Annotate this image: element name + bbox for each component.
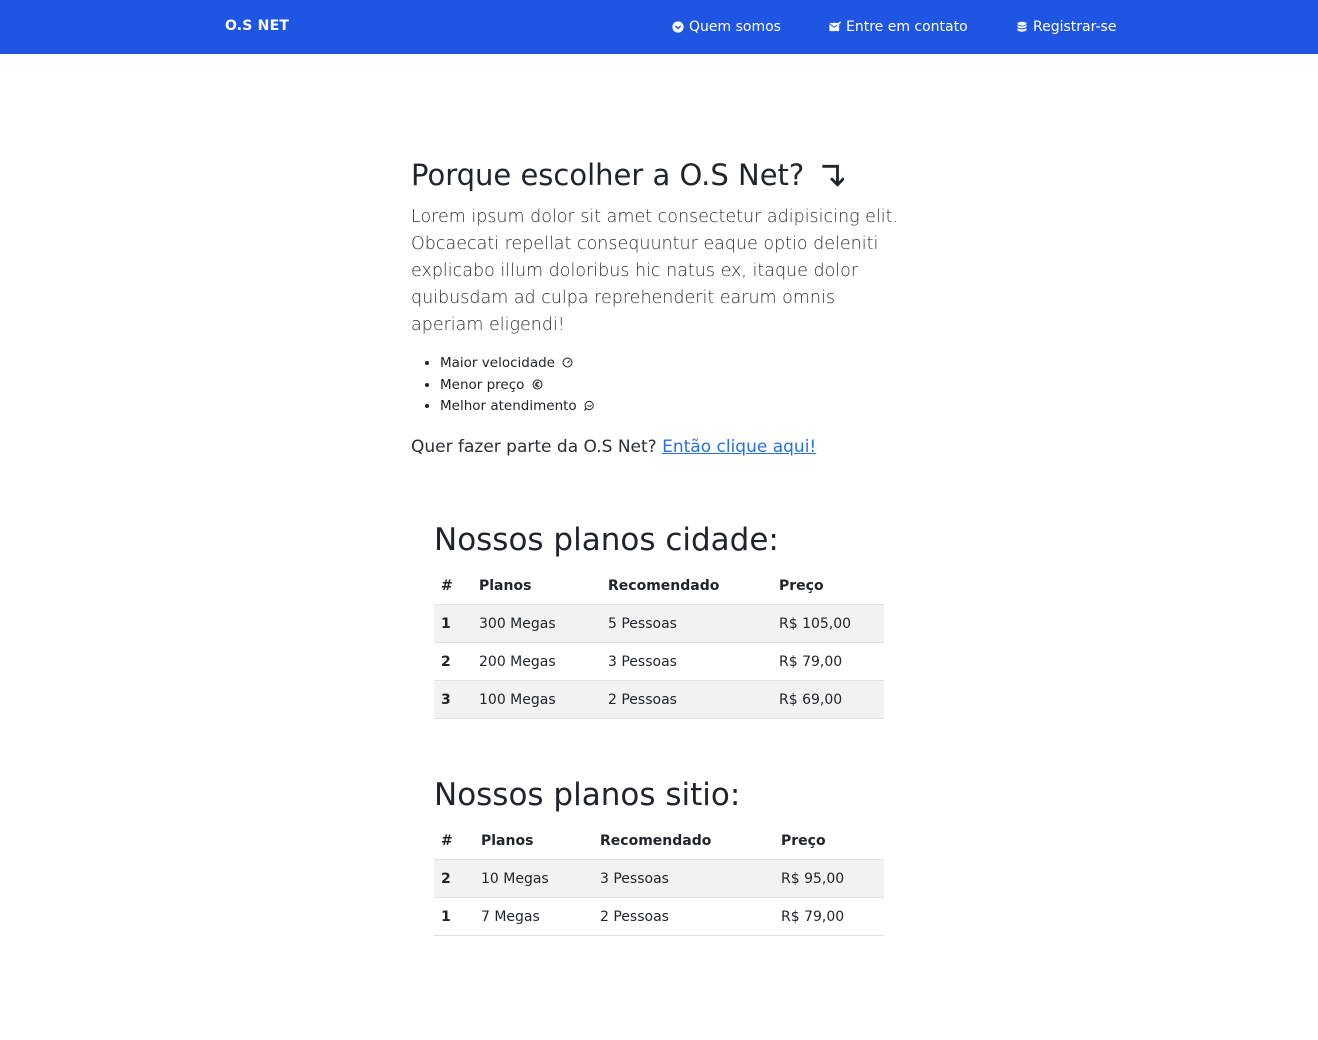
table-cell: 200 Megas xyxy=(472,642,601,681)
table-cell: 3 Pessoas xyxy=(593,859,774,898)
column-header: Planos xyxy=(474,823,593,860)
table-cell: 2 Pessoas xyxy=(601,680,772,719)
table-cell: 300 Megas xyxy=(472,604,601,643)
column-header: # xyxy=(434,568,472,605)
table-row: 2 200 Megas 3 Pessoas R$ 79,00 xyxy=(434,642,884,681)
list-item: Menor preço xyxy=(440,375,921,397)
plans-sitio-table: # Planos Recomendado Preço 2 10 Megas 3 … xyxy=(434,823,884,936)
table-header-row: # Planos Recomendado Preço xyxy=(434,823,884,860)
column-header: # xyxy=(434,823,474,860)
table-cell: R$ 79,00 xyxy=(774,897,884,936)
intro-title: Porque escolher a O.S Net? xyxy=(411,150,921,200)
cta-link[interactable]: Então clique aqui! xyxy=(662,437,816,457)
table-row: 3 100 Megas 2 Pessoas R$ 69,00 xyxy=(434,680,884,719)
table-cell: 100 Megas xyxy=(472,680,601,719)
table-header-row: # Planos Recomendado Preço xyxy=(434,568,884,605)
envelope-check-icon xyxy=(829,21,841,32)
table-row: 1 300 Megas 5 Pessoas R$ 105,00 xyxy=(434,604,884,643)
table-cell: R$ 105,00 xyxy=(772,604,884,643)
table-cell: 2 Pessoas xyxy=(593,897,774,936)
table-cell: 10 Megas xyxy=(474,859,593,898)
column-header: Planos xyxy=(472,568,601,605)
cta-paragraph: Quer fazer parte da O.S Net? Então cliqu… xyxy=(411,434,921,460)
list-item: Maior velocidade xyxy=(440,353,921,375)
column-header: Recomendado xyxy=(593,823,774,860)
nav-link-quem-somos[interactable]: Quem somos xyxy=(672,17,781,37)
plans-sitio-section: Nossos planos sitio: # Planos Recomendad… xyxy=(434,771,884,936)
column-header: Recomendado xyxy=(601,568,772,605)
column-header: Preço xyxy=(772,568,884,605)
column-header: Preço xyxy=(774,823,884,860)
nav-link-label: Registrar-se xyxy=(1033,19,1117,35)
cta-text: Quer fazer parte da O.S Net? xyxy=(411,436,657,457)
table-row: 2 10 Megas 3 Pessoas R$ 95,00 xyxy=(434,859,884,898)
chat-icon xyxy=(584,400,594,411)
table-cell: 7 Megas xyxy=(474,897,593,936)
table-cell: 2 xyxy=(434,642,472,681)
table-cell: R$ 95,00 xyxy=(774,859,884,898)
nav-link-label: Entre em contato xyxy=(846,19,968,35)
feature-label: Melhor atendimento xyxy=(440,398,577,414)
feature-label: Menor preço xyxy=(440,376,525,393)
intro-paragraph: Lorem ipsum dolor sit amet consectetur a… xyxy=(411,207,899,335)
intro-section: Porque escolher a O.S Net? Lorem ipsum d… xyxy=(411,150,921,460)
nav-link-registrar[interactable]: Registrar-se xyxy=(1016,17,1116,37)
brand-logo[interactable]: O.S NET xyxy=(225,18,289,34)
plans-cidade-section: Nossos planos cidade: # Planos Recomenda… xyxy=(434,516,884,719)
table-cell: 3 Pessoas xyxy=(601,642,772,681)
plans-cidade-table: # Planos Recomendado Preço 1 300 Megas 5… xyxy=(434,568,884,719)
features-list: Maior velocidade Menor preço Melhor aten… xyxy=(411,353,921,418)
feature-label: Maior velocidade xyxy=(440,355,555,371)
nav-link-label: Quem somos xyxy=(689,19,781,35)
table-cell: 5 Pessoas xyxy=(601,604,772,643)
table-cell: 1 xyxy=(434,897,474,936)
nav-link-contato[interactable]: Entre em contato xyxy=(829,17,968,37)
table-cell: 1 xyxy=(434,604,472,643)
table-row: 1 7 Megas 2 Pessoas R$ 79,00 xyxy=(434,897,884,936)
speedometer-icon xyxy=(562,357,573,368)
chevron-down-circle-icon xyxy=(672,21,684,33)
table-cell: 3 xyxy=(434,680,472,719)
list-item: Melhor atendimento xyxy=(440,396,921,418)
plans-sitio-title: Nossos planos sitio: xyxy=(434,777,741,813)
table-cell: R$ 69,00 xyxy=(772,680,884,719)
currency-icon xyxy=(532,379,543,389)
database-icon xyxy=(1017,21,1027,32)
table-cell: R$ 79,00 xyxy=(772,642,884,681)
arrow-down-right-icon xyxy=(822,164,845,187)
top-navbar: O.S NET Quem somos Entre em contato Regi… xyxy=(0,0,1318,54)
plans-cidade-title: Nossos planos cidade: xyxy=(434,522,779,558)
intro-title-text: Porque escolher a O.S Net? xyxy=(411,158,805,192)
table-cell: 2 xyxy=(434,859,474,898)
